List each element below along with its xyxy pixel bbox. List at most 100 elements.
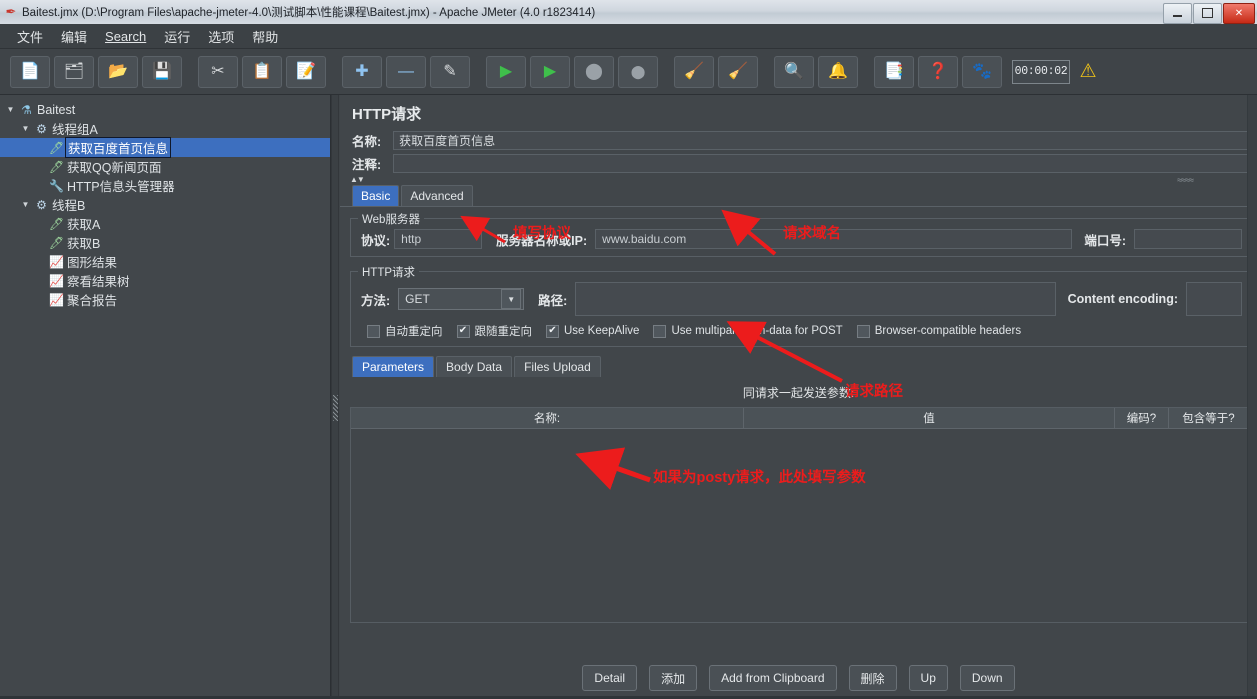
warning-icon[interactable]: ⚠ — [1076, 59, 1100, 85]
start-button[interactable]: ▶ — [486, 55, 526, 88]
search-button[interactable]: 🔍 — [774, 55, 814, 88]
save-button[interactable]: 💾 — [142, 55, 182, 88]
tree-item-9[interactable]: 📈 察看结果树 — [0, 271, 330, 290]
checkbox-unchecked-icon[interactable] — [653, 324, 667, 338]
checkbox-item-1[interactable]: ✔ 跟随重定向 — [456, 323, 532, 339]
templates-button[interactable]: 🗂 — [54, 55, 94, 88]
help-button[interactable]: ❓ — [918, 55, 958, 88]
close-button[interactable]: ✕ — [1223, 2, 1255, 24]
parameters-table[interactable]: 名称: 值编码? 包含等于? — [350, 407, 1249, 623]
minimize-button[interactable] — [1163, 2, 1192, 24]
checkbox-item-4[interactable]: Browser-compatible headers — [856, 324, 1021, 338]
function-helper-button[interactable]: 📑 — [874, 55, 914, 88]
maximize-button[interactable] — [1193, 2, 1222, 24]
button-4[interactable]: Up — [908, 665, 948, 691]
tree-item-1[interactable]: ▼ ⚙ 线程组A — [0, 119, 330, 138]
method-select[interactable]: GET ▼ — [398, 288, 525, 310]
collapse-arrows-icon[interactable]: ▲▼ — [350, 175, 365, 184]
split-grip-handle[interactable] — [333, 395, 338, 421]
checkbox-item-2[interactable]: ✔ Use KeepAlive — [546, 324, 640, 338]
method-select-value: GET — [405, 292, 430, 306]
protocol-input[interactable]: http — [394, 229, 483, 249]
expand-all-button[interactable]: ✚ — [342, 55, 382, 88]
resize-dots-icon[interactable]: ≈≈≈≈ — [1177, 175, 1194, 185]
port-input[interactable] — [1134, 229, 1242, 249]
table-column-header-2[interactable]: 编码? — [1115, 408, 1169, 428]
tree-item-4[interactable]: 🔧 HTTP信息头管理器 — [0, 176, 330, 195]
tree-item-0[interactable]: ▼ ⚗ Baitest — [0, 100, 330, 119]
checkbox-item-0[interactable]: 自动重定向 — [367, 323, 443, 339]
toggle-button[interactable]: ✎ — [430, 55, 470, 88]
stop-icon: ⬤ — [585, 62, 603, 80]
tree-item-6[interactable]: 🖊 获取A — [0, 214, 330, 233]
tree-twisty-icon[interactable]: ▼ — [4, 105, 17, 114]
tree-item-10[interactable]: 📈 聚合报告 — [0, 290, 330, 309]
tab-body-data[interactable]: Body Data — [436, 356, 513, 377]
clear-all-button[interactable]: 🧹 — [718, 55, 758, 88]
test-plan-tree[interactable]: ▼ ⚗ Baitest ▼ ⚙ 线程组A 🖊 获取百度首页信息 🖊 获取QQ新闻页面 🔧 HTTP信息… — [0, 95, 331, 699]
menu-item-search-label: Search — [105, 28, 147, 44]
jmeter-window: ✒ Baitest.jmx (D:\Program Files\apache-j… — [0, 0, 1257, 699]
clear-button[interactable]: 🧹 — [674, 55, 714, 88]
basic-advanced-tabs: Basic Advanced — [340, 185, 1257, 207]
cut-button[interactable]: ✂ — [198, 55, 238, 88]
chevron-down-icon[interactable]: ▼ — [501, 289, 522, 309]
tree-item-5[interactable]: ▼ ⚙ 线程B — [0, 195, 330, 214]
table-column-header-0[interactable]: 名称: — [351, 408, 744, 428]
paste-button[interactable]: 📝 — [286, 55, 326, 88]
toolbar: 📄 🗂 📂 💾 ✂ 📋 📝 ✚ — ✎ ▶ ▶ ⬤ ⬤ 🧹 🧹 🔍 🔔 📑 ❓ … — [0, 49, 1257, 95]
button-5[interactable]: Down — [959, 665, 1015, 691]
tree-item-8[interactable]: 📈 图形结果 — [0, 252, 330, 271]
copy-icon: 📋 — [252, 62, 272, 80]
undo-button[interactable]: 🐾 — [962, 55, 1002, 88]
menu-item-options[interactable]: 选项 — [199, 24, 243, 49]
button-2[interactable]: Add from Clipboard — [709, 665, 837, 691]
play-no-pauses-icon: ▶ — [543, 62, 557, 80]
checkbox-checked-icon[interactable]: ✔ — [546, 324, 559, 338]
menu-item-edit[interactable]: 编辑 — [52, 24, 96, 49]
tree-item-3[interactable]: 🖊 获取QQ新闻页面 — [0, 157, 330, 176]
tree-item-2[interactable]: 🖊 获取百度首页信息 — [0, 137, 330, 158]
http-sampler-icon: 🖊 — [48, 159, 65, 174]
collapse-all-button[interactable]: — — [386, 55, 426, 88]
checkbox-label: Use KeepAlive — [564, 325, 640, 337]
table-column-header-1[interactable]: 值 — [744, 408, 1115, 428]
question-icon: ❓ — [928, 62, 948, 80]
shutdown-button[interactable]: ⬤ — [618, 55, 658, 88]
checkbox-checked-icon[interactable]: ✔ — [456, 324, 470, 338]
tab-files-upload[interactable]: Files Upload — [514, 356, 601, 377]
checkbox-item-3[interactable]: Use multipart/form-data for POST — [653, 324, 843, 338]
search-reset-button[interactable]: 🔔 — [818, 55, 858, 88]
tree-item-7[interactable]: 🖊 获取B — [0, 233, 330, 252]
tree-twisty-icon[interactable]: ▼ — [19, 200, 32, 209]
tab-advanced[interactable]: Advanced — [401, 185, 473, 206]
tab-parameters[interactable]: Parameters — [352, 356, 435, 377]
start-no-pauses-button[interactable]: ▶ — [530, 55, 570, 88]
button-0[interactable]: Detail — [582, 665, 638, 691]
button-1[interactable]: 添加 — [649, 665, 698, 691]
menu-item-search[interactable]: Search — [96, 26, 155, 47]
copy-button[interactable]: 📋 — [242, 55, 282, 88]
table-column-header-3[interactable]: 包含等于? — [1169, 408, 1248, 428]
stop-button[interactable]: ⬤ — [574, 55, 614, 88]
tree-twisty-icon[interactable]: ▼ — [19, 124, 32, 133]
new-button[interactable]: 📄 — [10, 55, 50, 88]
menu-item-help[interactable]: 帮助 — [243, 24, 287, 49]
path-input[interactable] — [575, 282, 1056, 316]
tab-basic[interactable]: Basic — [352, 185, 400, 206]
menu-item-file[interactable]: 文件 — [8, 24, 52, 49]
tree-item-label: 线程组A — [52, 123, 98, 137]
protocol-label: 协议: — [361, 233, 391, 248]
name-input[interactable]: 获取百度首页信息 — [393, 131, 1251, 150]
panel-vertical-scrollbar[interactable] — [1247, 95, 1257, 699]
method-label: 方法: — [361, 293, 391, 308]
checkbox-unchecked-icon[interactable] — [856, 324, 870, 338]
menu-item-run[interactable]: 运行 — [155, 24, 199, 49]
comment-input[interactable] — [393, 154, 1251, 173]
content-encoding-input[interactable] — [1186, 282, 1242, 316]
tree-item-label: 获取A — [67, 218, 101, 232]
open-button[interactable]: 📂 — [98, 55, 138, 88]
checkbox-unchecked-icon[interactable] — [367, 324, 380, 338]
button-3[interactable]: 删除 — [848, 665, 897, 691]
split-pane-divider[interactable] — [331, 95, 339, 699]
